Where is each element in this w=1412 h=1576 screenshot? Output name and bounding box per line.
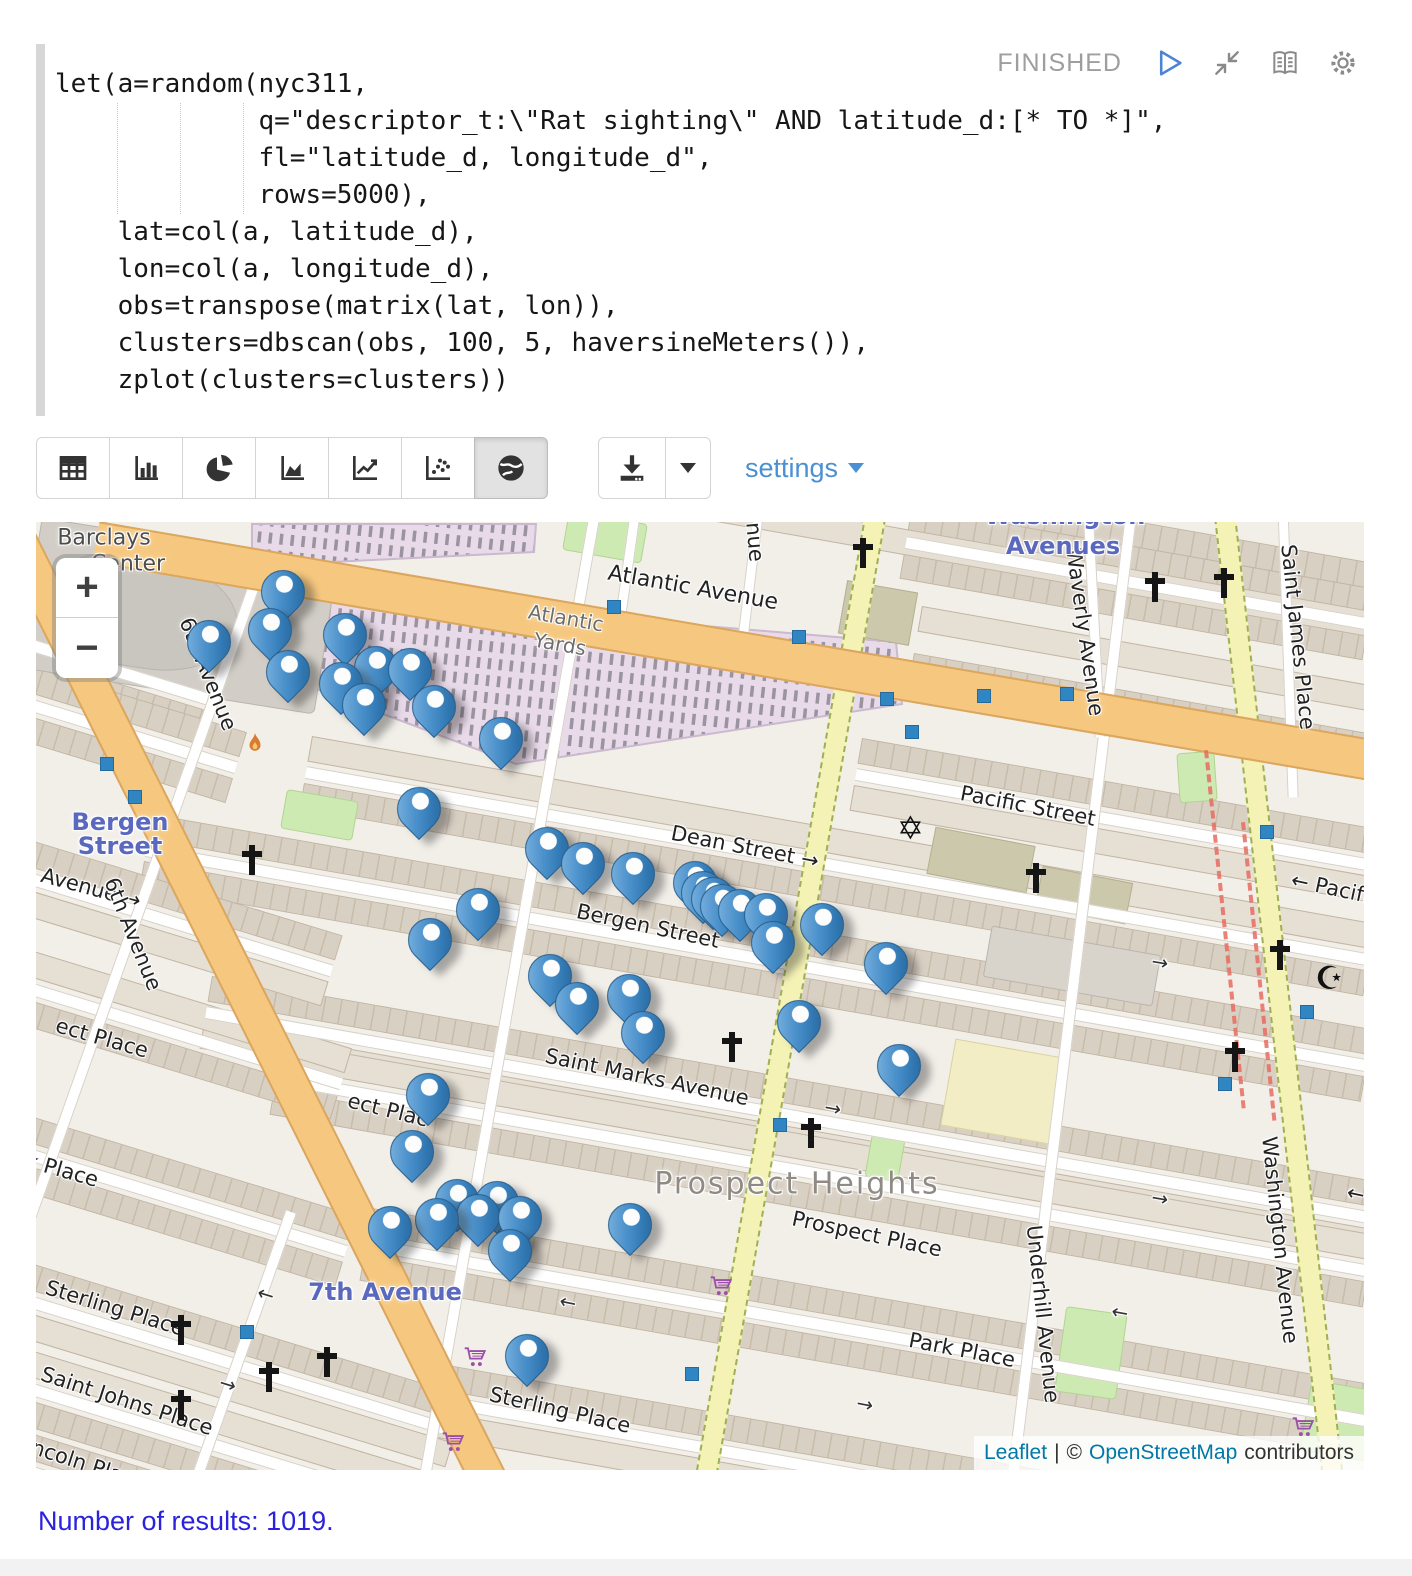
settings-toggle[interactable]: settings bbox=[745, 453, 864, 484]
church-cross-icon bbox=[178, 1315, 184, 1345]
chevron-down-icon bbox=[680, 463, 696, 481]
subway-entrance-icon bbox=[905, 725, 919, 739]
church-cross-icon bbox=[1277, 940, 1283, 970]
subway-entrance-icon bbox=[1300, 1005, 1314, 1019]
station-label: 7th Avenue bbox=[308, 1278, 462, 1306]
church-cross-icon bbox=[1152, 572, 1158, 602]
subway-entrance-icon bbox=[128, 790, 142, 804]
next-paragraph-divider bbox=[0, 1559, 1412, 1576]
station-label: Street bbox=[78, 832, 163, 860]
chart-type-bar-chart-icon[interactable] bbox=[109, 437, 183, 499]
zoom-out-button[interactable]: − bbox=[56, 618, 118, 678]
church-cross-icon bbox=[178, 1390, 184, 1420]
subway-entrance-icon bbox=[880, 692, 894, 706]
copyright-symbol: © bbox=[1067, 1441, 1082, 1465]
chart-type-globe-icon[interactable] bbox=[474, 437, 548, 499]
map-label: Barclays bbox=[57, 526, 150, 551]
subway-entrance-icon bbox=[977, 689, 991, 703]
chart-type-line-chart-icon[interactable] bbox=[328, 437, 402, 499]
supermarket-cart-icon bbox=[708, 1274, 734, 1303]
church-cross-icon bbox=[266, 1362, 272, 1392]
map-zoom-control: + − bbox=[56, 558, 118, 678]
station-label: Avenues bbox=[1006, 532, 1120, 560]
indent-guide bbox=[117, 103, 118, 214]
chart-type-scatter-chart-icon[interactable] bbox=[401, 437, 475, 499]
chart-type-group bbox=[36, 437, 548, 499]
subway-entrance-icon bbox=[792, 630, 806, 644]
map-label: Prospect Heights bbox=[654, 1167, 939, 1202]
chevron-down-icon bbox=[848, 463, 864, 481]
fire-station-icon bbox=[246, 732, 264, 759]
download-button[interactable] bbox=[598, 437, 666, 499]
osm-link[interactable]: OpenStreetMap bbox=[1089, 1441, 1237, 1465]
download-group bbox=[598, 437, 711, 499]
subway-entrance-icon bbox=[685, 1367, 699, 1381]
leaflet-link[interactable]: Leaflet bbox=[984, 1441, 1047, 1465]
map-label: nue bbox=[741, 522, 768, 563]
synagogue-star-icon: ✡ bbox=[897, 812, 924, 844]
editor-gutter bbox=[36, 44, 45, 416]
settings-label: settings bbox=[745, 453, 838, 484]
indent-guide bbox=[180, 103, 181, 214]
church-cross-icon bbox=[729, 1032, 735, 1062]
result-count-text: Number of results: 1019. bbox=[38, 1506, 334, 1537]
indent-guide bbox=[243, 103, 244, 214]
subway-entrance-icon bbox=[1218, 1077, 1232, 1091]
station-label: Washington bbox=[985, 522, 1146, 530]
supermarket-cart-icon bbox=[462, 1345, 488, 1374]
church-cross-icon bbox=[1033, 863, 1039, 893]
chart-type-area-chart-icon[interactable] bbox=[255, 437, 329, 499]
notebook-paragraph: FINISHED let(a=random(nyc311, q="descrip… bbox=[36, 44, 1376, 399]
chart-type-table-icon[interactable] bbox=[36, 437, 110, 499]
result-toolbar: settings bbox=[36, 437, 864, 499]
mosque-crescent-icon: ☪ bbox=[1315, 962, 1344, 994]
attribution-suffix: contributors bbox=[1244, 1441, 1354, 1465]
code-editor[interactable]: let(a=random(nyc311, q="descriptor_t:\"R… bbox=[55, 66, 1376, 399]
subway-entrance-icon bbox=[607, 600, 621, 614]
attribution-separator: | bbox=[1054, 1441, 1059, 1465]
church-cross-icon bbox=[324, 1347, 330, 1377]
subway-entrance-icon bbox=[1260, 825, 1274, 839]
subway-entrance-icon bbox=[100, 757, 114, 771]
supermarket-cart-icon bbox=[440, 1430, 466, 1459]
map-attribution: Leaflet | © OpenStreetMap contributors bbox=[974, 1436, 1364, 1470]
subway-entrance-icon bbox=[773, 1118, 787, 1132]
subway-entrance-icon bbox=[1060, 687, 1074, 701]
chart-type-pie-chart-icon[interactable] bbox=[182, 437, 256, 499]
church-cross-icon bbox=[1232, 1042, 1238, 1072]
map-canvas[interactable]: + − Leaflet | © OpenStreetMap contributo… bbox=[36, 522, 1364, 1470]
download-caret-button[interactable] bbox=[665, 437, 711, 499]
church-cross-icon bbox=[860, 538, 866, 568]
church-cross-icon bbox=[249, 845, 255, 875]
subway-entrance-icon bbox=[240, 1325, 254, 1339]
zoom-in-button[interactable]: + bbox=[56, 558, 118, 618]
church-cross-icon bbox=[1221, 568, 1227, 598]
church-cross-icon bbox=[808, 1118, 814, 1148]
